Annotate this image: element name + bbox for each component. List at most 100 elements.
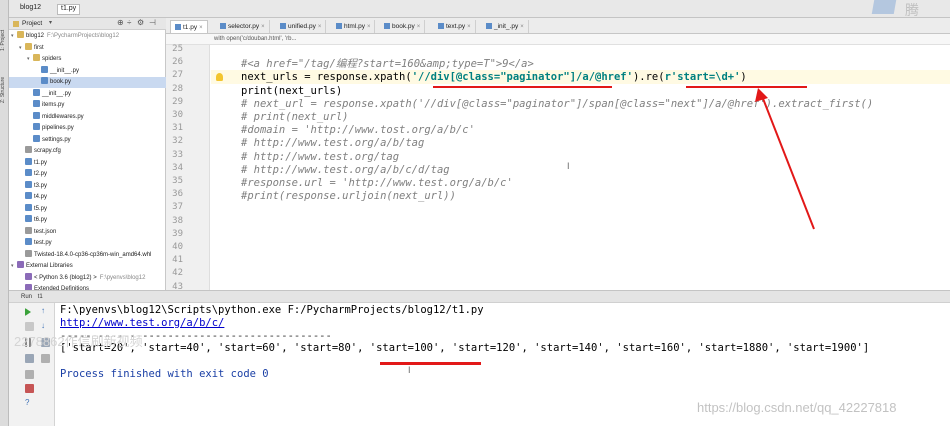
tree-item[interactable]: t3.py <box>9 180 166 192</box>
tree-item[interactable]: t2.py <box>9 169 166 180</box>
close-icon[interactable]: × <box>367 24 371 30</box>
tree-item[interactable]: ▾ blog12 F:\PycharmProjects\blog12 <box>9 31 166 42</box>
tree-item-label: middlewares.py <box>42 113 84 120</box>
console-link[interactable]: http://www.test.org/a/b/c/ <box>60 317 224 330</box>
tree-item[interactable]: items.py <box>9 100 166 111</box>
code-line[interactable]: # http://www.test.org/tag <box>241 150 399 164</box>
tree-item[interactable]: Twisted-18.4.0-cp36-cp36m-win_amd64.whl <box>9 249 166 261</box>
code-line[interactable]: # http://www.test.org/a/b/c/d/tag <box>241 163 450 177</box>
nav-file-crumb[interactable]: t1.py <box>57 4 81 15</box>
hide-icon[interactable]: ⊣ <box>149 18 156 27</box>
comment-text: # http://www.test.org/tag <box>241 150 400 163</box>
python-file-icon <box>336 23 342 29</box>
close-icon[interactable]: × <box>261 24 265 30</box>
tree-item[interactable]: test.json <box>9 226 166 238</box>
close-icon[interactable]: × <box>467 24 471 30</box>
tree-item[interactable]: middlewares.py <box>9 111 166 123</box>
collapse-icon[interactable]: ÷ <box>127 18 131 27</box>
line-number-gutter: 25 26 27 28 29 30 31 32 33 34 35 36 37 38 39 40 41 42 43 <box>166 44 210 292</box>
editor-tab[interactable]: unified.py × <box>276 20 327 33</box>
scroll-down-icon[interactable]: ↓ <box>41 322 50 331</box>
tree-item[interactable]: < Python 3.6 (blog12) > F:\pyenvs\blog12 <box>9 272 166 284</box>
print-icon[interactable] <box>41 354 50 363</box>
delete-icon[interactable] <box>25 384 34 393</box>
close-icon[interactable]: × <box>318 24 322 30</box>
editor-tab-label: unified.py <box>288 23 316 30</box>
editor-tab[interactable]: _init_.py × <box>482 20 529 33</box>
code-line[interactable]: # http://www.test.org/a/b/tag <box>241 136 424 150</box>
code-line[interactable]: # print(next_url) <box>241 110 348 124</box>
code-line[interactable]: #<a href="/tag/编程?start=160&amp;type=T">… <box>241 57 534 71</box>
code-line[interactable]: print(next_urls) <box>241 84 342 98</box>
stop-icon[interactable] <box>25 322 34 331</box>
folder-icon <box>17 31 24 38</box>
editor-tab-label: _init_.py <box>494 23 519 30</box>
tree-item[interactable]: ▾ first <box>9 42 166 54</box>
close-icon[interactable]: × <box>417 24 421 30</box>
annotation-arrow <box>755 88 815 230</box>
tree-item[interactable]: t6.py <box>9 215 166 226</box>
python-file-icon <box>25 203 32 211</box>
tree-item[interactable]: ▾ External Libraries <box>9 261 166 272</box>
add-icon[interactable]: ⊕ <box>117 18 124 27</box>
line-number: 38 <box>172 215 183 226</box>
editor-breadcrumb[interactable]: with open('c/douban.html', 'rb... <box>166 34 950 45</box>
python-file-icon <box>33 134 40 142</box>
tree-item-label: t2.py <box>34 171 48 177</box>
tree-item-label: __init__.py <box>42 90 72 97</box>
editor-tab[interactable]: selector.py × <box>216 20 270 33</box>
help-icon[interactable]: ? <box>25 399 34 408</box>
lightbulb-icon[interactable] <box>216 73 223 81</box>
tree-item[interactable]: t4.py <box>9 192 166 203</box>
code-line[interactable]: next_urls = response.xpath('//div[@class… <box>241 70 747 84</box>
python-file-icon <box>33 123 40 130</box>
editor-tab[interactable]: text.py × <box>434 20 476 33</box>
line-number: 29 <box>172 96 183 107</box>
tree-item[interactable]: scrapy.cfg <box>9 146 166 157</box>
project-panel-title[interactable]: Project <box>22 20 42 27</box>
restore-layout-icon[interactable] <box>25 354 34 363</box>
settings-icon[interactable]: ⚙ <box>137 18 144 27</box>
python-file-icon <box>280 23 286 29</box>
code-line[interactable]: #print(response.urljoin(next_url)) <box>241 189 456 203</box>
line-number: 25 <box>172 44 183 54</box>
tree-item[interactable]: book.py <box>9 77 166 88</box>
project-side-tab[interactable]: 1: Project <box>0 20 9 60</box>
tree-item[interactable]: __init__.py <box>9 65 166 77</box>
comment-text: # print(next_url) <box>241 111 349 123</box>
tree-item[interactable]: pipelines.py <box>9 123 166 134</box>
run-tab-t1[interactable]: t1 <box>38 294 43 300</box>
comment-text: #<a href="/tag/编程?start=160&amp;type=T">… <box>241 58 534 71</box>
jetbrains-logo-icon <box>871 0 897 14</box>
comment-text: #print(response.urljoin(next_url)) <box>241 190 456 203</box>
editor-tab[interactable]: t1.py × <box>170 20 208 33</box>
code-editor[interactable]: #<a href="/tag/编程?start=160&amp;type=T">… <box>211 45 950 290</box>
comment-text: # http://www.test.org/a/b/c/d/tag <box>241 163 450 176</box>
project-view-dropdown-icon[interactable]: ▾ <box>49 19 52 26</box>
tree-item-label: book.py <box>50 79 72 85</box>
run-panel-title: Run <box>21 294 33 300</box>
settings-icon[interactable] <box>25 370 34 379</box>
scroll-up-icon[interactable]: ↑ <box>41 307 50 316</box>
editor-tab[interactable]: book.py × <box>380 20 426 33</box>
tree-item[interactable]: test.py <box>9 238 166 249</box>
close-icon[interactable]: × <box>199 25 203 31</box>
comment-text: #domain = 'http://www.tost.org/a/b/c' <box>241 124 475 137</box>
tree-item[interactable]: settings.py <box>9 134 166 146</box>
comment-text: # http://www.test.org/a/b/tag <box>241 137 425 150</box>
video-watermark: 2278862作信刷新视频 <box>14 334 143 349</box>
tree-item[interactable]: ▾ spiders <box>9 54 166 65</box>
tree-item[interactable]: t5.py <box>9 203 166 215</box>
editor-tab[interactable]: html.py × <box>332 20 376 33</box>
tree-item[interactable]: __init__.py <box>9 88 166 100</box>
structure-side-tab[interactable]: Z: Structure <box>0 70 9 110</box>
code-line[interactable]: #domain = 'http://www.tost.org/a/b/c' <box>241 123 475 137</box>
left-tool-strip: 1: Project Z: Structure <box>0 0 9 426</box>
nav-project-crumb[interactable]: blog12 <box>17 4 44 15</box>
rerun-icon[interactable] <box>25 308 31 316</box>
close-icon[interactable]: × <box>520 24 524 30</box>
code-token: ).re( <box>632 71 665 84</box>
console-text: http://www.test.org/a/b/c/ <box>60 316 225 329</box>
tree-item[interactable]: t1.py <box>9 157 166 169</box>
code-line[interactable]: #response.url = 'http://www.test.org/a/b… <box>241 176 513 190</box>
